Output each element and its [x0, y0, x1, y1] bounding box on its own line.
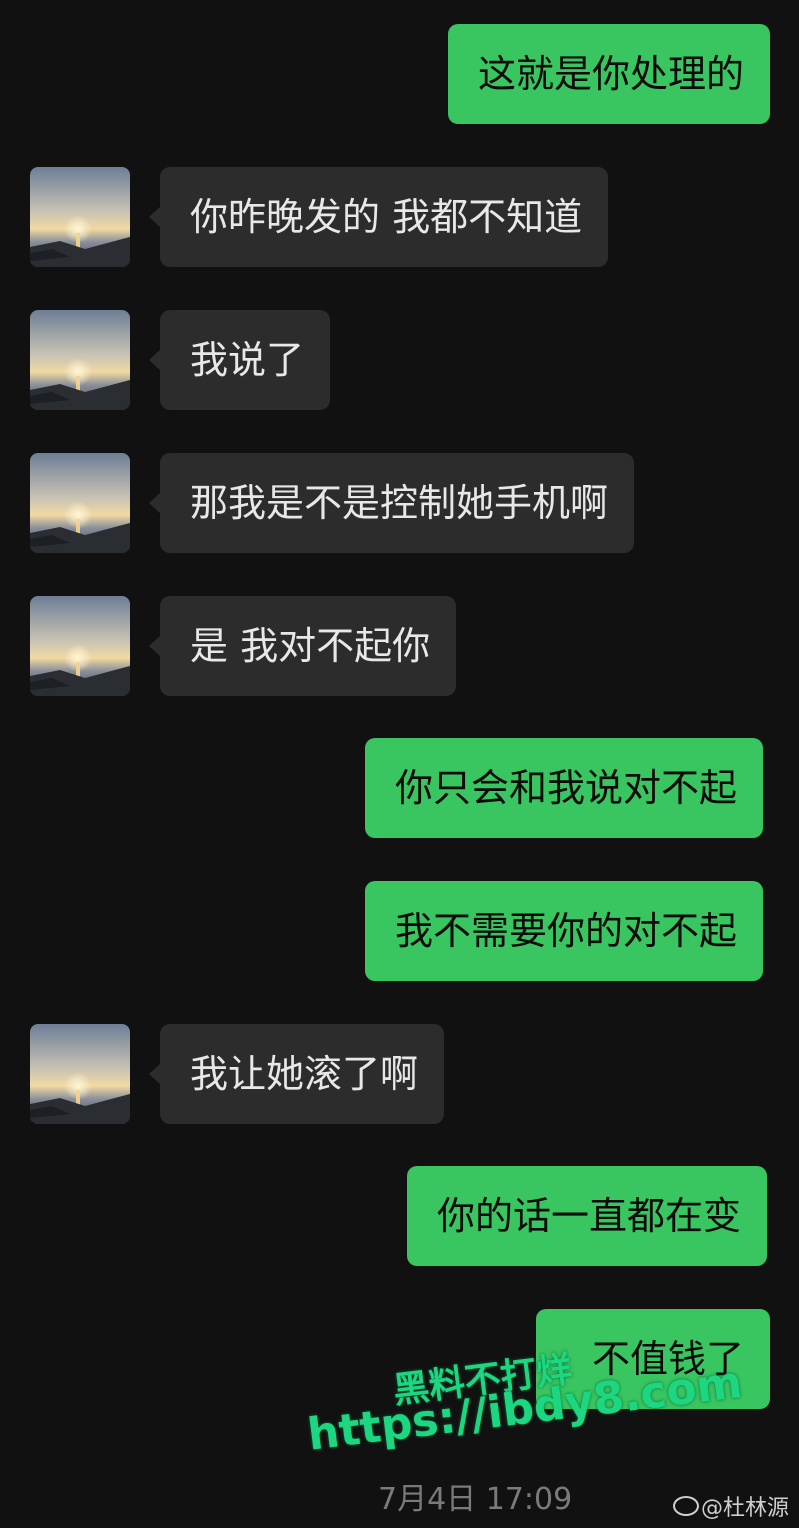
message-bubble-incoming[interactable]: 那我是不是控制她手机啊	[148, 453, 635, 553]
sunset-avatar-icon	[30, 453, 130, 553]
message-bubble-incoming[interactable]: 你昨晚发的 我都不知道	[148, 167, 609, 267]
weibo-attribution: @杜林源	[672, 1490, 789, 1522]
contact-avatar[interactable]	[30, 596, 130, 696]
contact-avatar[interactable]	[30, 453, 130, 553]
sunset-avatar-icon	[30, 310, 130, 410]
contact-avatar[interactable]	[30, 167, 130, 267]
message-bubble-incoming[interactable]: 我说了	[148, 310, 331, 410]
sunset-avatar-icon	[30, 1024, 130, 1124]
message-bubble-outgoing[interactable]: 你的话一直都在变	[407, 1166, 768, 1266]
message-timestamp: 7月4日 17:09	[378, 1482, 573, 1517]
weibo-username: @杜林源	[700, 1496, 789, 1521]
message-bubble-incoming[interactable]: 是 我对不起你	[148, 596, 457, 696]
weibo-logo-icon	[672, 1496, 699, 1516]
message-bubble-outgoing[interactable]: 这就是你处理的	[448, 24, 771, 124]
contact-avatar[interactable]	[30, 310, 130, 410]
message-bubble-outgoing[interactable]: 我不需要你的对不起	[365, 881, 764, 981]
sunset-avatar-icon	[30, 167, 130, 267]
message-bubble-outgoing[interactable]: 你只会和我说对不起	[365, 738, 764, 838]
contact-avatar[interactable]	[30, 1024, 130, 1124]
sunset-avatar-icon	[30, 596, 130, 696]
message-bubble-incoming[interactable]: 我让她滚了啊	[148, 1024, 445, 1124]
